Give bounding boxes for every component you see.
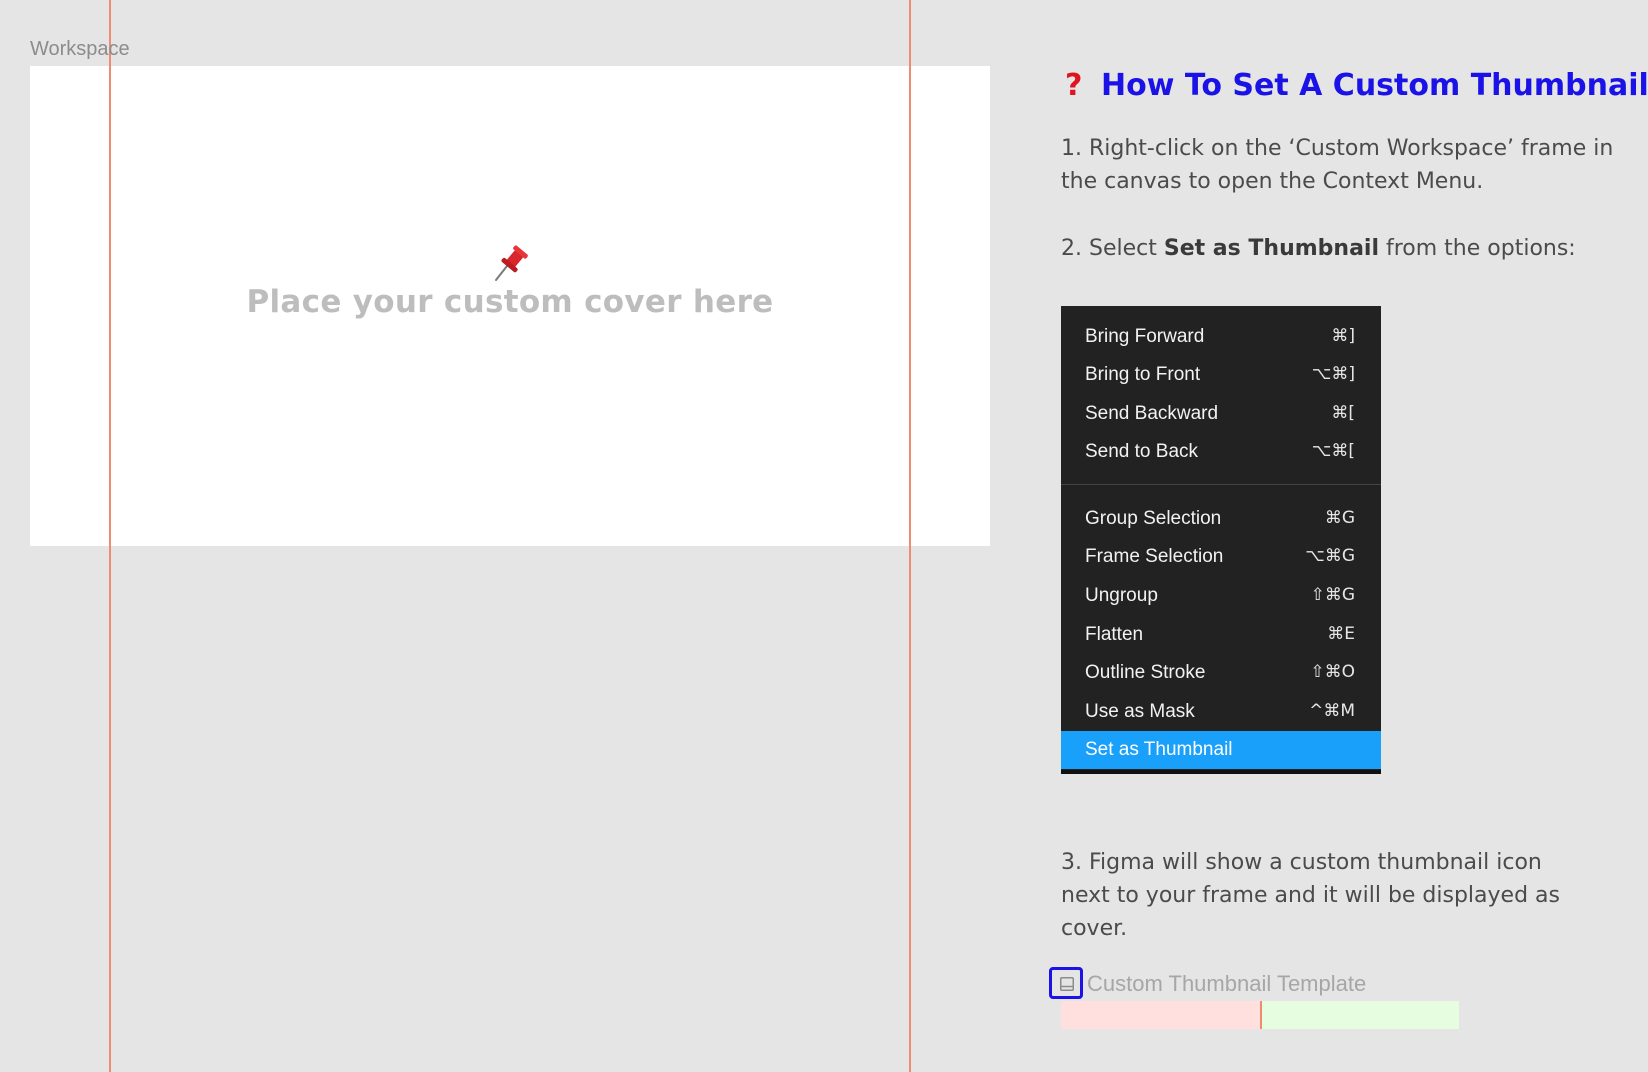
menu-bottom-edge [1061,770,1381,774]
question-mark-icon: ? [1065,68,1083,103]
pushpin-icon [495,245,528,281]
menu-item-outline-stroke[interactable]: Outline Stroke ⇧⌘O [1061,654,1381,692]
menu-item-frame-selection[interactable]: Frame Selection ⌥⌘G [1061,538,1381,576]
menu-item-use-as-mask[interactable]: Use as Mask ^⌘M [1061,693,1381,731]
menu-item-send-backward[interactable]: Send Backward ⌘[ [1061,395,1381,433]
cover-placeholder-text: Place your custom cover here [246,284,774,320]
step-2-text: 2. Select Set as Thumbnail from the opti… [1061,232,1621,265]
menu-item-shortcut: ⌘[ [1331,403,1355,423]
howto-title: ? How To Set A Custom Thumbnail? [1061,66,1648,112]
workspace-frame[interactable]: Place your custom cover here [30,66,990,546]
menu-item-shortcut: ⌥⌘G [1305,546,1355,566]
menu-item-shortcut: ⇧⌘G [1310,585,1355,605]
menu-item-label: Bring to Front [1085,364,1201,385]
layout-guide-left-overlay [109,66,111,546]
menu-item-label: Bring Forward [1085,326,1205,347]
howto-title-text: How To Set A Custom Thumbnail? [1101,68,1648,103]
menu-item-ungroup[interactable]: Ungroup ⇧⌘G [1061,577,1381,615]
menu-item-shortcut: ⌘] [1331,326,1355,346]
menu-item-label: Flatten [1085,624,1144,645]
thumbnail-frame-label[interactable]: Custom Thumbnail Template [1087,971,1366,997]
frame-label[interactable]: Workspace [30,38,130,61]
menu-item-label: Send to Back [1085,441,1199,462]
layout-guide-right-overlay [909,66,911,546]
instructions-panel: ? How To Set A Custom Thumbnail? 1. Righ… [1061,66,1648,941]
menu-item-shortcut: ^⌘M [1309,701,1355,721]
menu-item-label: Set as Thumbnail [1085,739,1233,760]
menu-divider [1061,484,1381,485]
step-3-text: 3. Figma will show a custom thumbnail ic… [1061,850,1560,941]
menu-item-group-selection[interactable]: Group Selection ⌘G [1061,500,1381,538]
menu-item-send-to-back[interactable]: Send to Back ⌥⌘[ [1061,433,1381,471]
thumbnail-frame-row[interactable]: Custom Thumbnail Template [1049,967,1469,1003]
menu-item-shortcut: ⇧⌘O [1310,662,1355,682]
menu-item-bring-to-front[interactable]: Bring to Front ⌥⌘] [1061,356,1381,394]
menu-item-set-as-thumbnail[interactable]: Set as Thumbnail [1061,731,1381,769]
menu-item-label: Ungroup [1085,585,1158,606]
context-menu: Bring Forward ⌘] Bring to Front ⌥⌘] Send… [1061,306,1381,774]
menu-item-shortcut: ⌘E [1327,624,1355,644]
thumbnail-icon[interactable] [1049,967,1083,999]
cover-placeholder: Place your custom cover here [30,244,990,320]
menu-item-label: Frame Selection [1085,546,1224,567]
thumbnail-bar-right [1262,1001,1459,1029]
menu-item-label: Use as Mask [1085,701,1195,722]
menu-item-shortcut: ⌘G [1324,508,1355,528]
menu-item-shortcut: ⌥⌘[ [1311,441,1355,461]
menu-item-shortcut: ⌥⌘] [1311,364,1355,384]
menu-item-label: Group Selection [1085,508,1222,529]
menu-item-flatten[interactable]: Flatten ⌘E [1061,616,1381,654]
step-1-text: 1. Right-click on the ‘Custom Workspace’… [1061,136,1614,194]
menu-item-label: Outline Stroke [1085,662,1206,683]
step-2-bold: Set as Thumbnail [1163,236,1379,261]
menu-item-bring-forward[interactable]: Bring Forward ⌘] [1061,318,1381,356]
thumbnail-bar-left [1061,1001,1261,1029]
step-2-prefix: 2. Select [1061,236,1164,261]
menu-item-label: Send Backward [1085,403,1219,424]
step-2-suffix: from the options: [1379,236,1576,261]
